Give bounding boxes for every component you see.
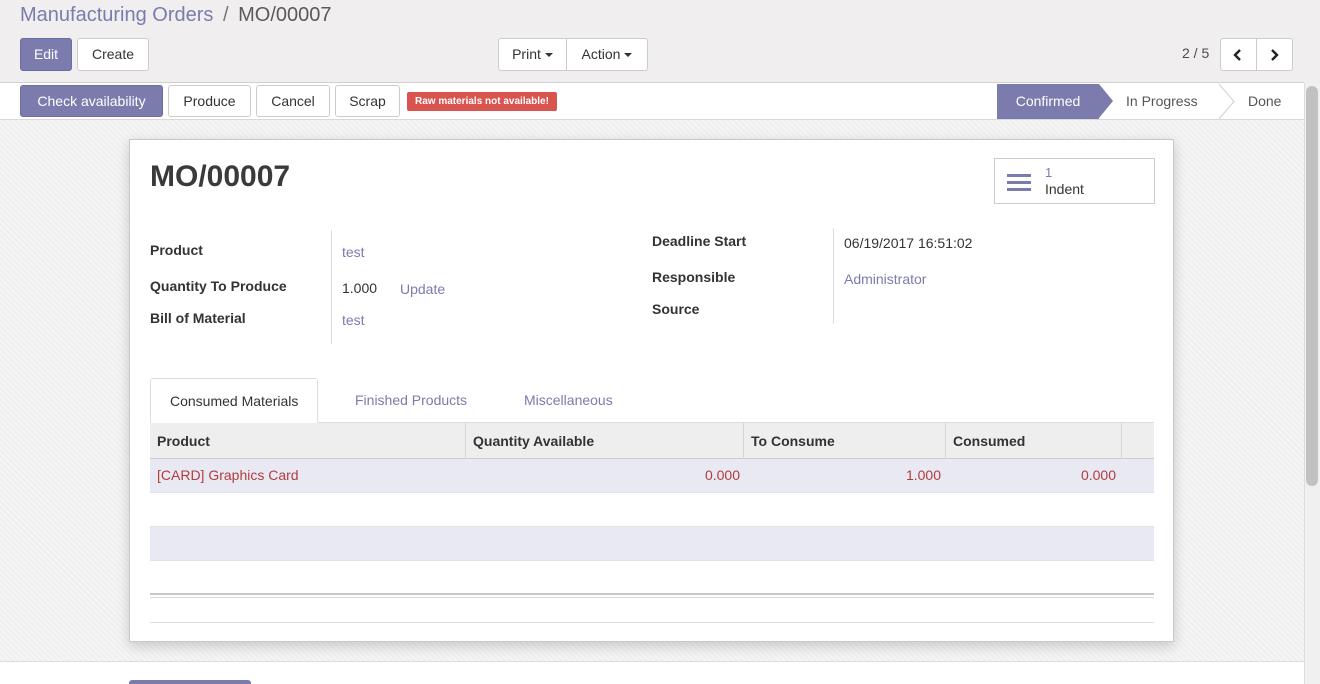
bill-of-material-label: Bill of Material: [150, 310, 246, 326]
field-divider: [833, 228, 834, 324]
quantity-to-produce-value: 1.000: [342, 280, 378, 296]
breadcrumb-current: MO/00007: [238, 4, 332, 26]
stage-confirmed[interactable]: Confirmed: [997, 84, 1099, 119]
pager-value[interactable]: 2 / 5: [1182, 45, 1209, 61]
column-header-product[interactable]: Product: [150, 423, 466, 459]
caret-down-icon: [544, 53, 553, 58]
stage-separator: [1218, 84, 1235, 119]
table-row-empty: [150, 527, 1154, 561]
deadline-start-value: 06/19/2017 16:51:02: [844, 235, 973, 251]
breadcrumb-manufacturing-orders[interactable]: Manufacturing Orders: [20, 4, 213, 26]
indent-label: Indent: [1045, 181, 1084, 197]
row-to-consume: 1.000: [905, 467, 941, 483]
print-dropdown[interactable]: Print: [498, 38, 567, 71]
quantity-to-produce-label: Quantity To Produce: [150, 278, 287, 294]
indent-count: 1: [1045, 165, 1053, 180]
breadcrumb: Manufacturing Orders / MO/00007: [20, 4, 332, 27]
responsible-value[interactable]: Administrator: [844, 271, 926, 287]
product-value[interactable]: test: [342, 244, 365, 260]
chatter-button[interactable]: [129, 680, 251, 684]
field-divider: [331, 230, 332, 344]
cancel-button[interactable]: Cancel: [256, 85, 330, 117]
tab-miscellaneous[interactable]: Miscellaneous: [505, 378, 632, 423]
indent-smart-button[interactable]: 1 Indent: [994, 158, 1155, 204]
table-header: Product Quantity Available To Consume Co…: [150, 423, 1154, 459]
edit-button[interactable]: Edit: [20, 38, 72, 71]
stage-arrow: [1099, 84, 1113, 118]
table-row-empty: [150, 561, 1154, 595]
column-header-consumed[interactable]: Consumed: [946, 423, 1122, 459]
list-icon: [1007, 174, 1031, 191]
column-header-quantity-available[interactable]: Quantity Available: [466, 423, 744, 459]
stage-in-progress[interactable]: In Progress: [1126, 84, 1198, 119]
caret-down-icon: [624, 53, 633, 58]
create-button[interactable]: Create: [77, 38, 149, 71]
row-consumed: 0.000: [1080, 467, 1116, 483]
produce-button[interactable]: Produce: [168, 85, 251, 117]
stage-done[interactable]: Done: [1248, 84, 1281, 119]
action-label: Action: [581, 46, 621, 62]
source-label: Source: [652, 301, 700, 317]
row-quantity-available: 0.000: [704, 467, 740, 483]
record-title: MO/00007: [150, 160, 291, 193]
raw-materials-warning-badge: Raw materials not available!: [407, 92, 557, 111]
tab-finished-products[interactable]: Finished Products: [336, 378, 486, 423]
table-row[interactable]: [CARD] Graphics Card 0.000 1.000 0.000: [150, 459, 1154, 493]
column-header-to-consume[interactable]: To Consume: [744, 423, 946, 459]
action-dropdown[interactable]: Action: [566, 38, 648, 71]
check-availability-button[interactable]: Check availability: [20, 85, 163, 117]
chevron-right-icon: [1271, 49, 1279, 61]
breadcrumb-separator: /: [222, 4, 229, 26]
print-label: Print: [512, 46, 541, 62]
pager-previous-button[interactable]: [1220, 38, 1257, 71]
tab-consumed-materials[interactable]: Consumed Materials: [150, 378, 319, 423]
scrap-button[interactable]: Scrap: [335, 85, 400, 117]
update-quantity-link[interactable]: Update: [400, 281, 445, 297]
pager-next-button[interactable]: [1256, 38, 1293, 71]
bill-of-material-value[interactable]: test: [342, 312, 365, 328]
table-footer: [150, 597, 1154, 623]
row-product: [CARD] Graphics Card: [157, 467, 299, 483]
scrollbar-thumb[interactable]: [1306, 86, 1318, 486]
chevron-left-icon: [1233, 49, 1241, 61]
product-label: Product: [150, 242, 203, 258]
deadline-start-label: Deadline Start: [652, 233, 747, 249]
table-row-empty: [150, 493, 1154, 527]
responsible-label: Responsible: [652, 269, 736, 285]
